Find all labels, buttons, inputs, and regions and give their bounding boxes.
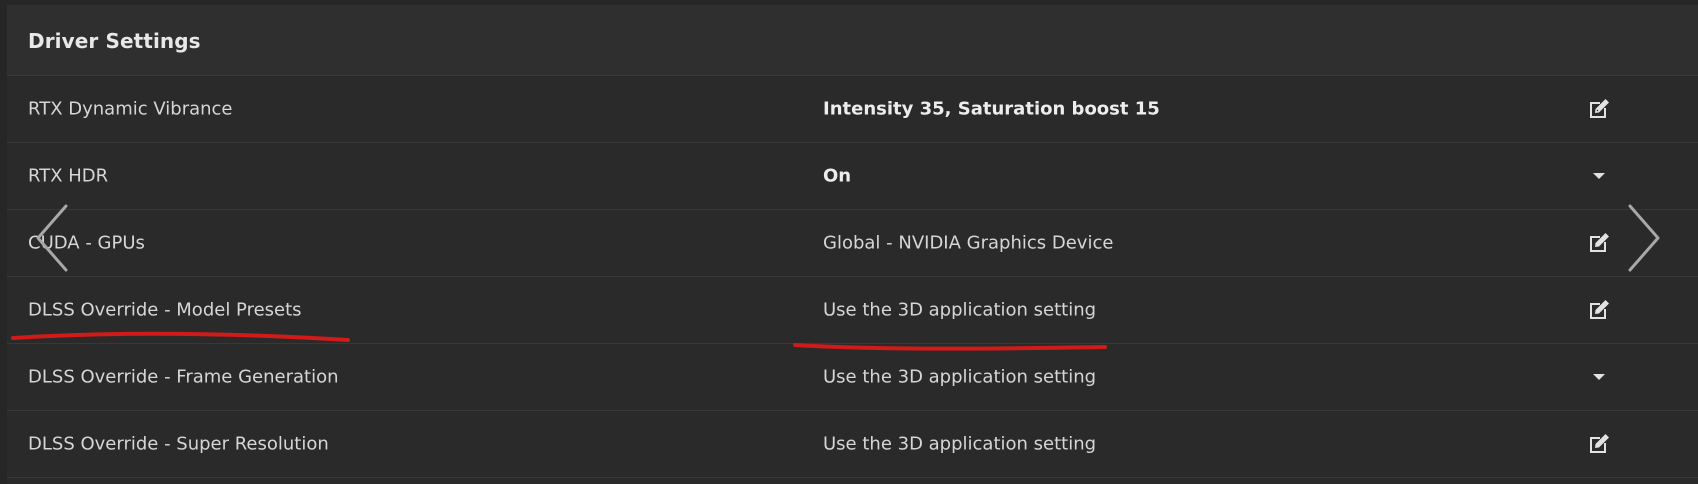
panel-header: Driver Settings (7, 5, 1698, 76)
setting-row-cuda-gpus[interactable]: CUDA - GPUs Global - NVIDIA Graphics Dev… (7, 210, 1698, 277)
setting-label: DLSS Override - Super Resolution (28, 433, 329, 455)
setting-label: RTX HDR (28, 165, 109, 187)
dropdown-caret-icon[interactable] (1584, 362, 1614, 392)
panel-title: Driver Settings (28, 29, 201, 53)
app-window: Driver Settings RTX Dynamic Vibrance Int… (0, 0, 1698, 484)
setting-value: On (823, 165, 852, 187)
chevron-right-icon[interactable] (1618, 198, 1668, 278)
setting-row-rtx-hdr[interactable]: RTX HDR On (7, 143, 1698, 210)
setting-label: RTX Dynamic Vibrance (28, 98, 233, 120)
setting-label: DLSS Override - Model Presets (28, 299, 302, 321)
chevron-left-icon[interactable] (28, 198, 78, 278)
edit-icon[interactable] (1584, 295, 1614, 325)
setting-value: Global - NVIDIA Graphics Device (823, 232, 1114, 254)
edit-icon[interactable] (1584, 228, 1614, 258)
setting-row-dlss-super-resolution[interactable]: DLSS Override - Super Resolution Use the… (7, 411, 1698, 478)
setting-value: Intensity 35, Saturation boost 15 (823, 98, 1160, 120)
setting-value: Use the 3D application setting (823, 433, 1097, 455)
setting-label: DLSS Override - Frame Generation (28, 366, 339, 388)
setting-value: Use the 3D application setting (823, 299, 1097, 321)
setting-row-dlss-model-presets[interactable]: DLSS Override - Model Presets Use the 3D… (7, 277, 1698, 344)
setting-row-rtx-dynamic-vibrance[interactable]: RTX Dynamic Vibrance Intensity 35, Satur… (7, 76, 1698, 143)
setting-value: Use the 3D application setting (823, 366, 1097, 388)
edit-icon[interactable] (1584, 429, 1614, 459)
setting-row-dlss-frame-generation[interactable]: DLSS Override - Frame Generation Use the… (7, 344, 1698, 411)
driver-settings-panel: Driver Settings RTX Dynamic Vibrance Int… (7, 5, 1698, 484)
edit-icon[interactable] (1584, 94, 1614, 124)
dropdown-caret-icon[interactable] (1584, 161, 1614, 191)
